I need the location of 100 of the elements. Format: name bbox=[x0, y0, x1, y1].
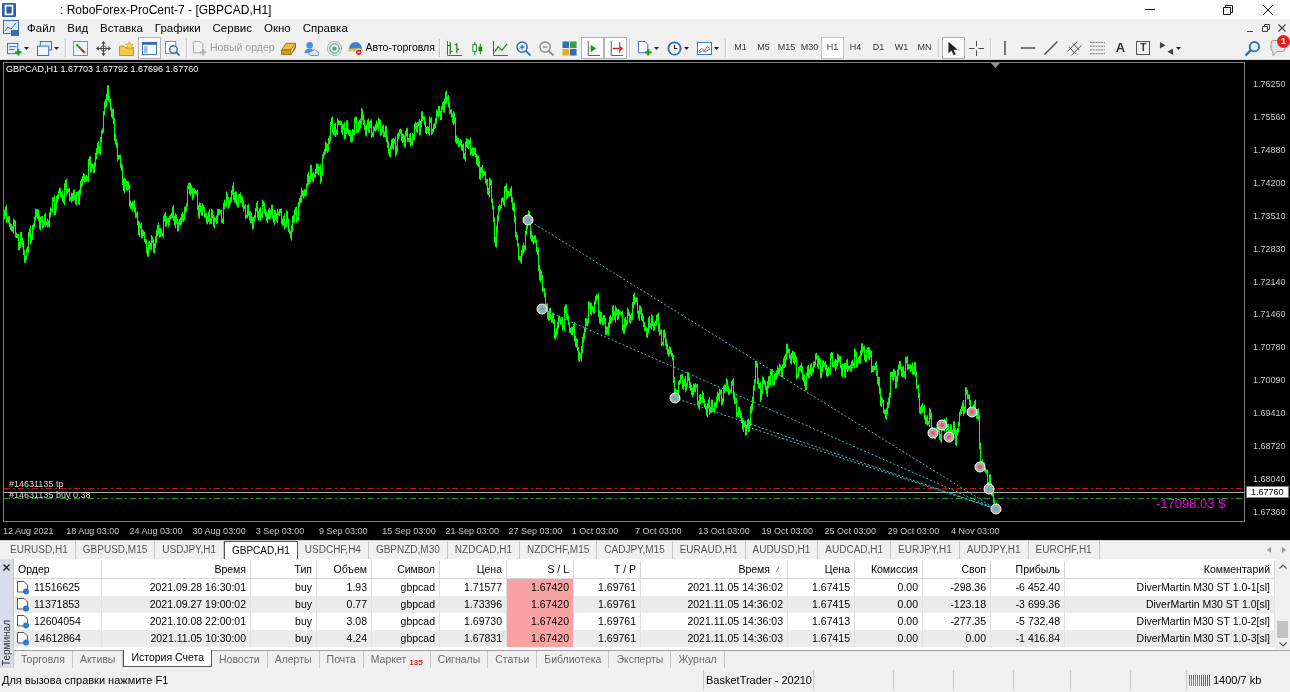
price-axis-label: 1.76250 bbox=[1253, 79, 1286, 89]
table-cell: 1.69761 bbox=[574, 630, 641, 647]
column-header[interactable]: Символ bbox=[372, 561, 440, 578]
signal-rings-icon[interactable] bbox=[326, 40, 342, 56]
table-cell: buy bbox=[251, 630, 317, 647]
person-cloud-icon[interactable] bbox=[303, 40, 319, 56]
column-header[interactable]: S / L bbox=[507, 561, 574, 578]
status-text: Для вызова справки нажмите F1 bbox=[2, 672, 169, 688]
scroll-down-icon[interactable] bbox=[1278, 642, 1287, 647]
move-arrows-icon[interactable] bbox=[96, 40, 111, 56]
menu-item[interactable]: Графики bbox=[148, 20, 207, 36]
timeframe-button[interactable]: M30 bbox=[797, 37, 821, 59]
timeframe-button[interactable]: H4 bbox=[843, 37, 867, 59]
time-axis-label: 12 Aug 2021 bbox=[3, 526, 54, 536]
time-axis-label: 18 Aug 03:00 bbox=[66, 526, 120, 536]
clock-icon[interactable] bbox=[666, 40, 682, 56]
terminal-tab[interactable]: История Счета bbox=[123, 650, 212, 667]
caret-icon[interactable] bbox=[24, 46, 29, 50]
column-header[interactable]: T / P bbox=[574, 561, 641, 578]
caret-icon[interactable] bbox=[683, 46, 689, 50]
cap-stop-icon[interactable] bbox=[347, 40, 363, 56]
line-chart-icon[interactable] bbox=[492, 40, 508, 56]
close-icon[interactable] bbox=[1263, 4, 1273, 15]
zoom-out-icon[interactable] bbox=[538, 40, 554, 56]
close-icon[interactable] bbox=[3, 564, 10, 571]
auto-trading-button[interactable]: Авто-торговля bbox=[345, 37, 437, 59]
windows-icon[interactable] bbox=[37, 40, 52, 56]
column-header[interactable]: Тип bbox=[251, 561, 317, 578]
column-header[interactable]: Комиссия bbox=[855, 561, 923, 578]
column-header[interactable]: Прибыль bbox=[991, 561, 1065, 578]
toggle-button[interactable] bbox=[941, 37, 965, 59]
timeframe-button[interactable]: H1 bbox=[820, 37, 844, 59]
text-tool-button[interactable]: A bbox=[1108, 37, 1132, 59]
status-text: BasketTrader - 20210 bbox=[706, 672, 812, 688]
menu-item[interactable]: Сервис bbox=[206, 20, 258, 36]
timeframe-button[interactable]: M15 bbox=[774, 37, 798, 59]
menu-item[interactable]: Вид bbox=[61, 20, 95, 36]
scrollbar[interactable] bbox=[1275, 559, 1290, 650]
trend-line-icon[interactable] bbox=[1044, 41, 1059, 55]
menu-item[interactable]: Справка bbox=[296, 20, 354, 36]
vertical-line-icon[interactable] bbox=[1004, 41, 1007, 55]
menu-item[interactable]: Файл bbox=[21, 20, 62, 36]
bar-chart-icon[interactable] bbox=[446, 40, 462, 56]
timeframe-button[interactable]: MN bbox=[912, 37, 936, 59]
table-cell: 1.67420 bbox=[507, 596, 574, 613]
label-tool-button[interactable]: T bbox=[1136, 41, 1151, 55]
column-header[interactable]: Цена bbox=[788, 561, 855, 578]
document-plus-icon[interactable] bbox=[636, 40, 652, 56]
close-icon[interactable] bbox=[1278, 24, 1286, 32]
new-chart-icon[interactable] bbox=[7, 40, 22, 56]
time-axis-label: 21 Sep 03:00 bbox=[445, 526, 499, 536]
column-header[interactable]: Ордер bbox=[14, 561, 102, 578]
document-icon bbox=[17, 597, 30, 612]
candlestick-icon[interactable] bbox=[469, 40, 485, 56]
scrollbar-thumb[interactable] bbox=[1277, 621, 1288, 638]
restore-icon[interactable] bbox=[1262, 24, 1270, 32]
column-header[interactable]: Цена bbox=[440, 561, 507, 578]
fibonacci-levels-icon[interactable] bbox=[1089, 40, 1105, 56]
chart-window-icon bbox=[3, 20, 19, 36]
caret-icon[interactable] bbox=[1175, 46, 1181, 50]
table-cell: 2021.11.05 14:36:03 bbox=[641, 630, 788, 647]
column-header[interactable]: Время bbox=[102, 561, 251, 578]
time-axis-label: 3 Sep 03:00 bbox=[255, 526, 305, 536]
time-axis-label: 13 Oct 03:00 bbox=[698, 526, 750, 536]
chart-tab[interactable]: GBPCAD,H1 bbox=[224, 541, 298, 559]
zoom-in-icon[interactable] bbox=[515, 40, 531, 56]
chart-template-icon[interactable] bbox=[696, 40, 712, 56]
column-header[interactable]: Время bbox=[641, 561, 788, 578]
diagonal-stroke-tile-icon[interactable] bbox=[73, 40, 88, 56]
menu-item[interactable]: Вставка bbox=[94, 20, 149, 36]
caret-icon[interactable] bbox=[54, 46, 59, 50]
table-cell: gbpcad bbox=[372, 630, 440, 647]
caret-icon[interactable] bbox=[713, 46, 719, 50]
caret-icon[interactable] bbox=[653, 46, 659, 50]
table-cell: 0.00 bbox=[855, 630, 923, 647]
restore-icon[interactable] bbox=[1223, 4, 1233, 15]
timeframe-button[interactable]: M1 bbox=[728, 37, 752, 59]
tile-windows-icon[interactable] bbox=[561, 40, 577, 56]
price-axis-label: 1.70090 bbox=[1253, 375, 1286, 386]
crosshair-icon[interactable] bbox=[968, 40, 984, 56]
horizontal-line-icon[interactable] bbox=[1021, 47, 1036, 49]
sort-indicator-icon bbox=[776, 567, 779, 572]
price-axis-label: 1.75560 bbox=[1253, 111, 1286, 122]
folder-star-icon[interactable] bbox=[119, 40, 134, 56]
cursor-arrow-icon[interactable] bbox=[948, 40, 959, 56]
channel-lines-icon[interactable] bbox=[1066, 40, 1082, 56]
column-header[interactable]: Объем bbox=[317, 561, 372, 578]
timeframe-button[interactable]: M5 bbox=[751, 37, 775, 59]
table-cell: 4.24 bbox=[317, 630, 372, 647]
arrow-marks-icon[interactable] bbox=[1158, 40, 1174, 56]
price-axis-label: 1.72140 bbox=[1253, 276, 1286, 287]
document-magnifier-icon[interactable] bbox=[165, 40, 180, 56]
timeframe-button[interactable]: D1 bbox=[866, 37, 890, 59]
time-axis-label: 25 Oct 03:00 bbox=[824, 526, 877, 536]
timeframe-button[interactable]: W1 bbox=[889, 37, 913, 59]
menu-item[interactable]: Окно bbox=[257, 20, 297, 36]
scroll-up-icon[interactable] bbox=[1278, 564, 1287, 569]
search-icon[interactable] bbox=[1245, 40, 1260, 56]
ingot-icon[interactable] bbox=[280, 40, 296, 56]
column-header[interactable]: Своп bbox=[923, 561, 991, 578]
